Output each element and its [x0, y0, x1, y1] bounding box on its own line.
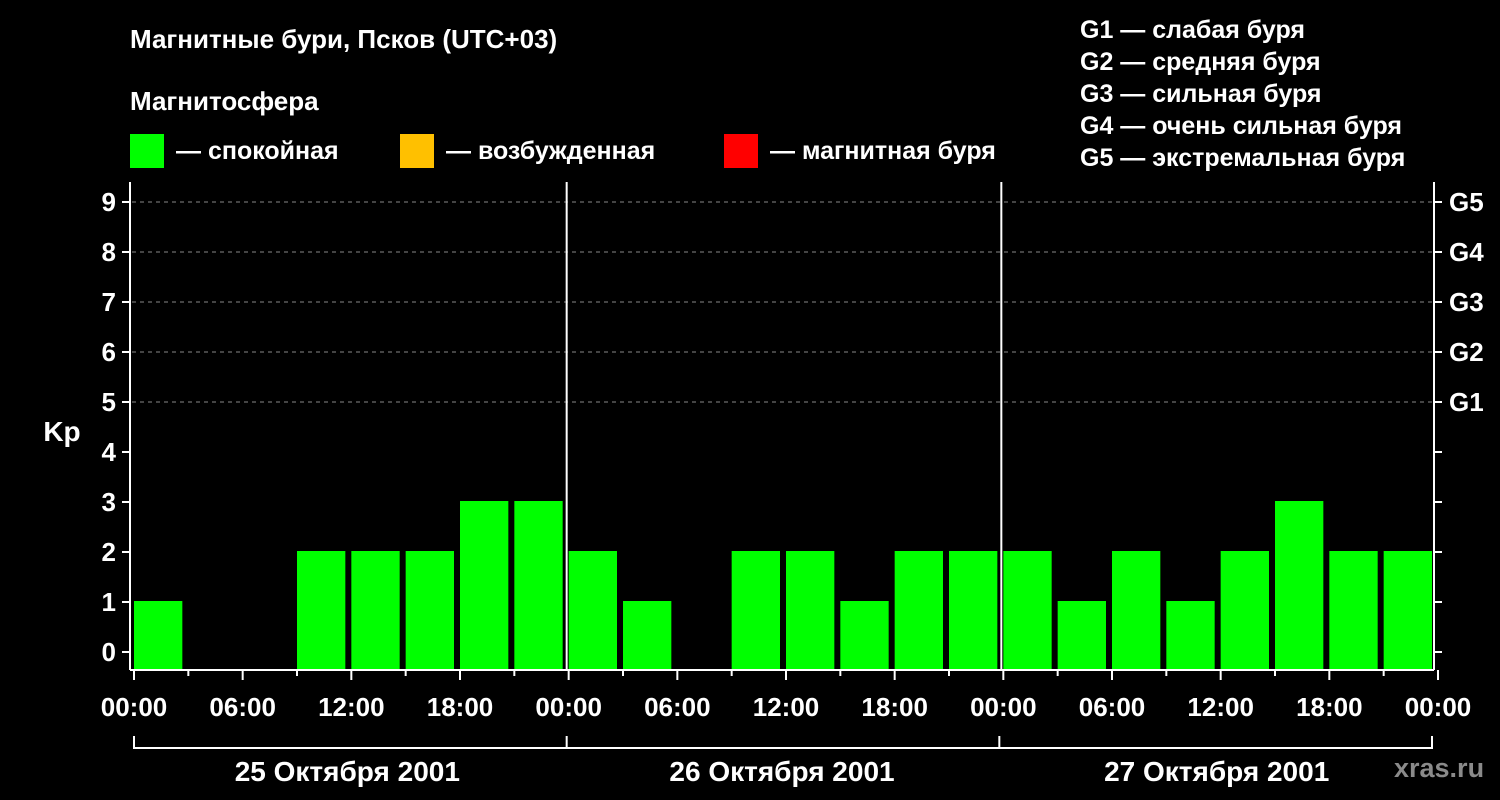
bar	[1329, 551, 1378, 670]
g-tick-label: G2	[1449, 337, 1484, 367]
kp-bar-chart: Kp 0 1 2 3 4 5 6 7 8 9 G1 G2 G3 G4 G5 00:00 06:00 12:00 18…	[43, 182, 1484, 787]
x-tick-label: 00:00	[101, 692, 168, 722]
bar	[1220, 551, 1269, 670]
bar	[1275, 501, 1324, 670]
x-tick-label: 18:00	[1296, 692, 1363, 722]
y-tick-label: 5	[102, 387, 116, 417]
bar	[840, 601, 889, 670]
bar	[568, 551, 617, 670]
x-tick-label: 12:00	[318, 692, 385, 722]
x-tick-label: 18:00	[427, 692, 494, 722]
y-tick-label: 4	[102, 437, 117, 467]
day-label: 26 Октября 2001	[669, 756, 894, 787]
y-tick-label: 3	[102, 487, 116, 517]
x-tick-label: 00:00	[535, 692, 602, 722]
y-tick-label: 8	[102, 237, 116, 267]
bar	[1383, 551, 1432, 670]
y-tick-label: 1	[102, 587, 116, 617]
bar	[460, 501, 509, 670]
y-tick-label: 9	[102, 187, 116, 217]
bar	[351, 551, 400, 670]
bar	[514, 501, 563, 670]
x-tick-label: 06:00	[644, 692, 711, 722]
y-tick-label: 2	[102, 537, 116, 567]
g-tick-label: G4	[1449, 237, 1484, 267]
x-tick-label: 18:00	[861, 692, 928, 722]
bar	[1112, 551, 1161, 670]
bar	[134, 601, 183, 670]
x-tick-label: 00:00	[1405, 692, 1472, 722]
bar	[1003, 551, 1052, 670]
x-tick-label: 12:00	[753, 692, 820, 722]
y-tick-label: 0	[102, 637, 116, 667]
bar	[786, 551, 835, 670]
day-label: 25 Октября 2001	[235, 756, 460, 787]
bar	[405, 551, 454, 670]
x-tick-label: 06:00	[1079, 692, 1146, 722]
x-tick-label: 00:00	[970, 692, 1037, 722]
bar	[623, 601, 672, 670]
bar	[1057, 601, 1106, 670]
y-tick-label: 6	[102, 337, 116, 367]
g-tick-label: G5	[1449, 187, 1484, 217]
bar	[949, 551, 998, 670]
day-label: 27 Октября 2001	[1104, 756, 1329, 787]
g-tick-label: G1	[1449, 387, 1484, 417]
watermark: xras.ru	[1394, 753, 1485, 783]
x-tick-label: 06:00	[209, 692, 276, 722]
bar	[297, 551, 346, 670]
g-tick-label: G3	[1449, 287, 1484, 317]
y-tick-label: 7	[102, 287, 116, 317]
bar	[1166, 601, 1215, 670]
x-tick-label: 12:00	[1187, 692, 1254, 722]
bar	[731, 551, 780, 670]
bar	[894, 551, 943, 670]
y-axis-label: Kp	[43, 416, 80, 447]
